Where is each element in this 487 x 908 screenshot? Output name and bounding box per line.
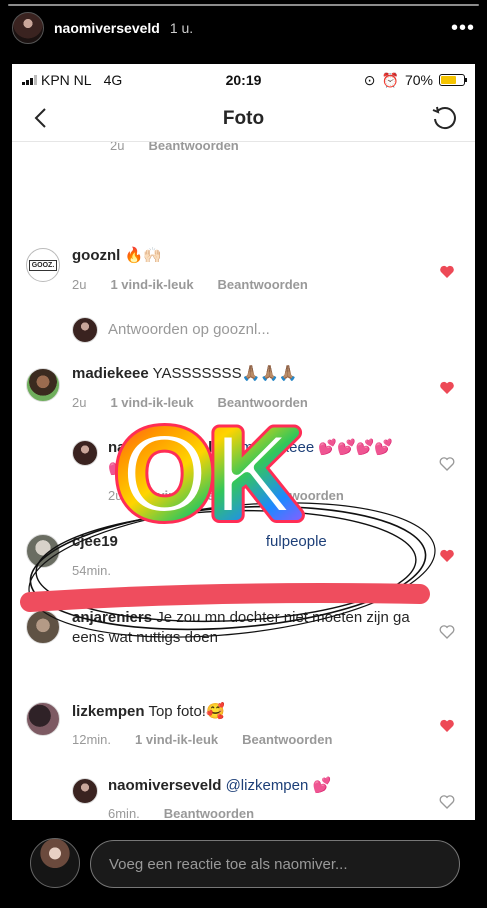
comment-meta: 2u 1 vind-ik-leuk Beantwoorden <box>108 488 344 503</box>
comment-username[interactable]: naomiverseveld <box>108 439 221 456</box>
comment-meta: 6min. Beantwoorden <box>108 806 255 821</box>
story-header: naomiverseveld 1 u. ••• <box>0 10 487 46</box>
comment-username[interactable]: gooznl <box>72 247 120 264</box>
avatar[interactable] <box>26 534 60 568</box>
likes-count[interactable]: 1 vind-ik-leuk <box>146 488 229 503</box>
status-carrier: KPN NL <box>41 72 92 88</box>
heart-outline-icon[interactable] <box>439 794 455 810</box>
likes-count[interactable]: 1 vind-ik-leuk <box>110 395 193 410</box>
heart-filled-icon[interactable] <box>439 380 455 396</box>
alarm-icon: ⏰ <box>381 71 399 88</box>
avatar[interactable] <box>26 702 60 736</box>
back-arrow-icon[interactable] <box>30 106 54 130</box>
signal-icon <box>22 75 37 85</box>
page-title: Foto <box>222 107 265 129</box>
avatar[interactable] <box>72 778 98 804</box>
comment-meta: 54min. <box>72 563 112 578</box>
battery-icon <box>439 74 467 86</box>
comment-list: 2u Beantwoorden GOOZ. gooznl 🔥🙌🏻 2u 1 vi… <box>12 142 475 830</box>
story-time: 1 u. <box>169 20 194 36</box>
refresh-icon[interactable] <box>429 104 459 134</box>
comment-username[interactable]: lizkempen <box>72 703 145 720</box>
avatar[interactable]: GOOZ. <box>26 248 60 282</box>
avatar[interactable] <box>72 440 98 466</box>
reply-button[interactable]: Beantwoorden <box>218 395 308 410</box>
likes-count[interactable]: 1 vind-ik-leuk <box>110 277 193 292</box>
comment-meta: 2u 1 vind-ik-leuk Beantwoorden <box>72 395 308 410</box>
comment-text: gooznl 🔥🙌🏻 <box>72 247 162 264</box>
heart-filled-icon[interactable] <box>439 718 455 734</box>
reply-button[interactable]: Beantwoorden <box>242 732 332 747</box>
comment-username[interactable]: naomiverseveld <box>108 777 221 794</box>
comment-text: naomiverseveld @madiekeee 💕💕💕💕💕💕 <box>108 439 394 476</box>
reply-button[interactable]: Beantwoorden <box>218 277 308 292</box>
heart-filled-icon[interactable] <box>439 548 455 564</box>
battery-percent: 70% <box>404 72 433 88</box>
reply-button[interactable]: Beantwoorden <box>164 806 254 821</box>
reply-button[interactable]: Beantwoorden <box>148 142 238 153</box>
comment-text: madiekeee YASSSSSSS🙏🏽🙏🏽🙏🏽 <box>72 365 298 382</box>
comment-text: anjareniers Je zou mn dochter niet moete… <box>72 609 410 646</box>
story-avatar[interactable] <box>12 12 44 44</box>
status-network: 4G <box>103 72 123 88</box>
comment-username[interactable]: madiekeee <box>72 365 149 382</box>
reply-button[interactable]: Beantwoorden <box>254 488 344 503</box>
comment-meta: 2u Beantwoorden <box>110 142 239 153</box>
comment-username[interactable]: anjareniers <box>72 609 152 626</box>
comment-text: cjee19 fulpeople <box>72 533 327 550</box>
heart-outline-icon[interactable] <box>439 624 455 640</box>
story-username[interactable]: naomiverseveld <box>54 20 160 36</box>
comment-text: naomiverseveld @lizkempen 💕 <box>108 777 332 794</box>
heart-outline-icon[interactable] <box>439 456 455 472</box>
likes-count[interactable]: 1 vind-ik-leuk <box>135 732 218 747</box>
mention-link[interactable]: @lizkempen <box>226 777 309 794</box>
comment-screenshot: KPN NL 4G 20:19 ⊙ ⏰ 70% Foto 2u Beantwoo… <box>12 64 475 890</box>
avatar <box>72 317 98 343</box>
avatar[interactable] <box>26 368 60 402</box>
my-avatar <box>30 838 80 888</box>
comment-input[interactable]: Voeg een reactie toe als naomiver... <box>90 840 460 888</box>
rotation-lock-icon: ⊙ <box>363 71 376 88</box>
reply-prompt[interactable]: Antwoorden op gooznl... <box>108 321 270 338</box>
status-bar: KPN NL 4G 20:19 ⊙ ⏰ 70% <box>12 64 475 96</box>
nav-bar: Foto <box>12 96 475 142</box>
heart-filled-icon[interactable] <box>439 264 455 280</box>
story-progress-bar <box>8 4 479 6</box>
comment-meta: 2u 1 vind-ik-leuk Beantwoorden <box>72 277 308 292</box>
mention-link[interactable]: @madiekeee <box>226 439 315 456</box>
comment-meta: 12min. 1 vind-ik-leuk Beantwoorden <box>72 732 333 747</box>
comment-text: lizkempen Top foto!🥰 <box>72 703 225 720</box>
avatar[interactable] <box>26 610 60 644</box>
comment-username[interactable]: cjee19 <box>72 533 118 550</box>
more-options-icon[interactable]: ••• <box>451 18 475 38</box>
